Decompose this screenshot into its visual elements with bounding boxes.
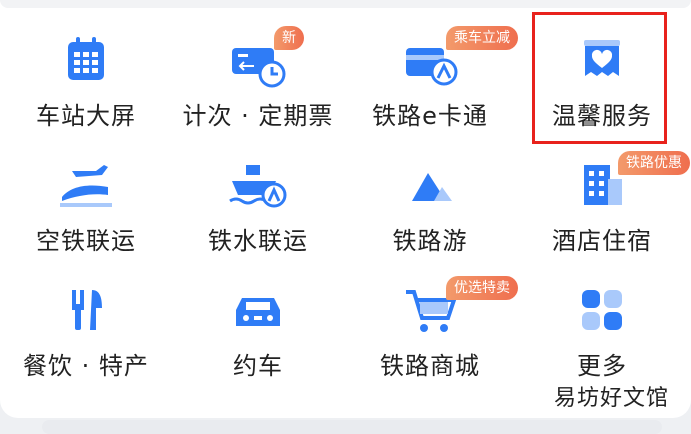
service-label: 铁水联运 <box>208 227 308 255</box>
service-count-period-ticket[interactable]: 计次 · 定期票 <box>172 10 344 135</box>
ship-train-icon <box>226 157 290 215</box>
station-screen-icon <box>54 32 118 90</box>
service-label: 酒店住宿 <box>552 227 652 255</box>
service-label: 约车 <box>233 352 283 380</box>
service-label: 铁路商城 <box>380 352 480 380</box>
car-icon <box>226 282 290 340</box>
service-rail-travel[interactable]: 铁路游 <box>344 135 516 260</box>
service-air-rail[interactable]: 空铁联运 <box>0 135 172 260</box>
service-label: 铁路游 <box>392 227 468 255</box>
service-label: 更多 <box>577 352 627 380</box>
service-label: 铁路e卡通 <box>372 102 488 130</box>
service-label: 车站大屏 <box>36 102 136 130</box>
service-label: 空铁联运 <box>36 227 136 255</box>
promo-badge: 乘车立减 <box>446 26 518 50</box>
service-label: 餐饮 · 特产 <box>23 352 149 380</box>
highlight-box <box>532 12 667 144</box>
service-more[interactable]: 更多 <box>516 260 688 385</box>
rail-discount-badge: 铁路优惠 <box>618 151 690 175</box>
top-divider <box>0 0 691 8</box>
watermark-text: 易坊好文馆 <box>553 386 669 411</box>
special-sale-badge: 优选特卖 <box>446 276 518 300</box>
service-rail-water[interactable]: 铁水联运 <box>172 135 344 260</box>
new-badge: 新 <box>274 26 304 50</box>
more-grid-icon <box>570 282 634 340</box>
service-dining-specialty[interactable]: 餐饮 · 特产 <box>0 260 172 385</box>
mountain-icon <box>398 157 462 215</box>
service-ride-hailing[interactable]: 约车 <box>172 260 344 385</box>
service-label: 计次 · 定期票 <box>182 102 334 130</box>
services-card: 车站大屏 计次 · 定期票 铁路e卡通 温馨服务 空铁联运 铁水联运 铁路游 酒… <box>0 0 691 418</box>
service-station-screen[interactable]: 车站大屏 <box>0 10 172 135</box>
plane-train-icon <box>54 157 118 215</box>
fork-knife-icon <box>54 282 118 340</box>
next-section-edge <box>42 420 662 434</box>
